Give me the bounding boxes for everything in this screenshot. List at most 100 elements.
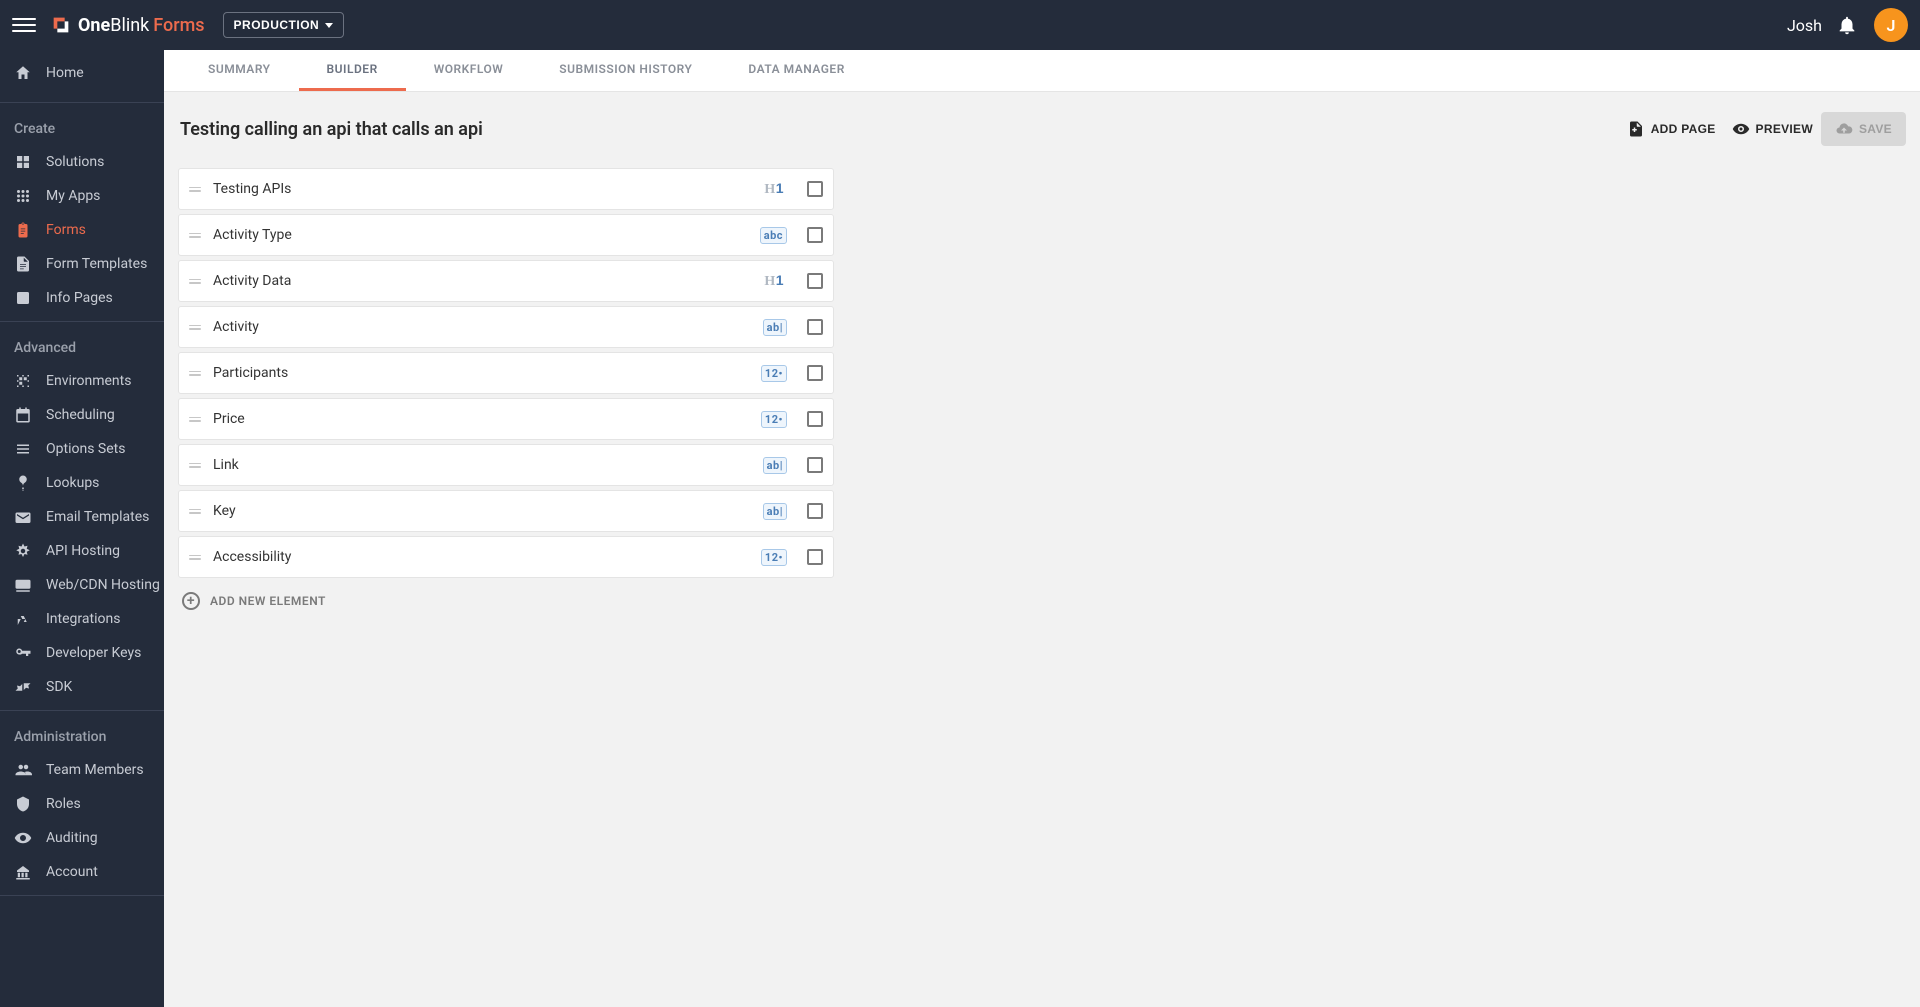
sidebar-item-label: Scheduling (46, 407, 115, 423)
element-row[interactable]: Accessibility12• (178, 536, 834, 578)
preview-label: PREVIEW (1756, 122, 1813, 136)
environment-select[interactable]: PRODUCTION (223, 12, 345, 38)
tab-workflow[interactable]: WORKFLOW (406, 50, 532, 91)
sidebar-item-team-members[interactable]: Team Members (0, 753, 164, 787)
element-checkbox[interactable] (807, 457, 823, 473)
sidebar-item-label: Integrations (46, 611, 120, 627)
sidebar-item-environments[interactable]: Environments (0, 364, 164, 398)
eye-icon (1732, 120, 1750, 138)
element-type-badge: ab| (763, 503, 787, 520)
add-element-label: ADD NEW ELEMENT (210, 594, 326, 608)
sidebar-item-lookups[interactable]: Lookups (0, 466, 164, 500)
brand-logo[interactable]: OneBlinkForms (50, 14, 205, 36)
element-row[interactable]: Participants 12• (178, 352, 834, 394)
element-checkbox[interactable] (807, 365, 823, 381)
element-row[interactable]: Activity DataH1 (178, 260, 834, 302)
sidebar-item-account[interactable]: Account (0, 855, 164, 889)
element-checkbox[interactable] (807, 181, 823, 197)
add-page-label: ADD PAGE (1651, 122, 1716, 136)
element-checkbox[interactable] (807, 319, 823, 335)
environment-label: PRODUCTION (234, 18, 320, 32)
element-checkbox[interactable] (807, 273, 823, 289)
element-type-heading-icon: H1 (761, 271, 787, 291)
element-checkbox[interactable] (807, 549, 823, 565)
email-icon (14, 508, 32, 526)
sidebar-item-label: Roles (46, 796, 81, 812)
notifications-icon[interactable] (1834, 12, 1860, 38)
team-icon (14, 761, 32, 779)
sidebar-item-label: Developer Keys (46, 645, 141, 661)
lookups-icon (14, 474, 32, 492)
element-row[interactable]: Price12• (178, 398, 834, 440)
sidebar-item-home[interactable]: Home (0, 50, 164, 96)
sidebar-item-developer-keys[interactable]: Developer Keys (0, 636, 164, 670)
sidebar-item-form-templates[interactable]: Form Templates (0, 247, 164, 281)
drag-handle-icon[interactable] (189, 371, 201, 376)
element-row[interactable]: Activity Typeabc (178, 214, 834, 256)
element-label: Price (213, 411, 245, 427)
tab-submission-history[interactable]: SUBMISSION HISTORY (531, 50, 720, 91)
element-type-badge: 12• (761, 365, 787, 382)
element-checkbox[interactable] (807, 503, 823, 519)
sidebar-item-auditing[interactable]: Auditing (0, 821, 164, 855)
sidebar-item-label: Environments (46, 373, 131, 389)
sidebar-item-web-cdn-hosting[interactable]: Web/CDN Hosting (0, 568, 164, 602)
add-element-button[interactable]: + ADD NEW ELEMENT (178, 592, 1906, 610)
save-label: SAVE (1859, 122, 1892, 136)
element-type-badge: ab| (763, 457, 787, 474)
sidebar-item-scheduling[interactable]: Scheduling (0, 398, 164, 432)
sidebar-item-label: Forms (46, 222, 86, 238)
element-checkbox[interactable] (807, 227, 823, 243)
sidebar-item-label: Home (46, 65, 84, 81)
element-row[interactable]: Keyab| (178, 490, 834, 532)
drag-handle-icon[interactable] (189, 233, 201, 238)
sidebar-item-email-templates[interactable]: Email Templates (0, 500, 164, 534)
sidebar-section-create: Create (0, 103, 164, 145)
avatar[interactable]: J (1874, 8, 1908, 42)
drag-handle-icon[interactable] (189, 187, 201, 192)
element-label: Link (213, 457, 239, 473)
element-type-badge: ab| (763, 319, 787, 336)
brand-text: OneBlinkForms (78, 15, 205, 36)
api-icon (14, 542, 32, 560)
sidebar-item-label: Form Templates (46, 256, 147, 272)
element-row[interactable]: Activityab| (178, 306, 834, 348)
menu-toggle-icon[interactable] (12, 13, 36, 37)
chevron-down-icon (325, 23, 333, 28)
sidebar-item-label: Email Templates (46, 509, 149, 525)
sidebar-item-label: Account (46, 864, 98, 880)
element-label: Participants (213, 365, 288, 381)
tab-summary[interactable]: SUMMARY (180, 50, 299, 91)
tab-data-manager[interactable]: DATA MANAGER (720, 50, 872, 91)
sidebar-item-info-pages[interactable]: Info Pages (0, 281, 164, 315)
sidebar-item-label: Info Pages (46, 290, 113, 306)
sidebar-item-options-sets[interactable]: Options Sets (0, 432, 164, 466)
element-row[interactable]: Testing APIsH1 (178, 168, 834, 210)
sidebar-item-solutions[interactable]: Solutions (0, 145, 164, 179)
drag-handle-icon[interactable] (189, 279, 201, 284)
sidebar-item-integrations[interactable]: Integrations (0, 602, 164, 636)
sidebar-item-label: My Apps (46, 188, 100, 204)
element-checkbox[interactable] (807, 411, 823, 427)
sidebar-item-forms[interactable]: Forms (0, 213, 164, 247)
preview-button[interactable]: PREVIEW (1724, 112, 1821, 146)
element-row[interactable]: Link ab| (178, 444, 834, 486)
brand-mark-icon (50, 14, 72, 36)
drag-handle-icon[interactable] (189, 417, 201, 422)
drag-handle-icon[interactable] (189, 509, 201, 514)
sidebar-item-label: Web/CDN Hosting (46, 577, 160, 593)
sidebar-item-my-apps[interactable]: My Apps (0, 179, 164, 213)
sidebar-item-label: Team Members (46, 762, 144, 778)
home-icon (14, 64, 32, 82)
sidebar-item-api-hosting[interactable]: API Hosting (0, 534, 164, 568)
sidebar-item-label: Auditing (46, 830, 98, 846)
element-type-badge: abc (760, 227, 787, 244)
drag-handle-icon[interactable] (189, 463, 201, 468)
tab-builder[interactable]: BUILDER (299, 50, 406, 91)
sidebar-item-sdk[interactable]: SDK (0, 670, 164, 704)
sidebar-item-roles[interactable]: Roles (0, 787, 164, 821)
drag-handle-icon[interactable] (189, 555, 201, 560)
apps-icon (14, 187, 32, 205)
drag-handle-icon[interactable] (189, 325, 201, 330)
add-page-button[interactable]: ADD PAGE (1619, 112, 1724, 146)
